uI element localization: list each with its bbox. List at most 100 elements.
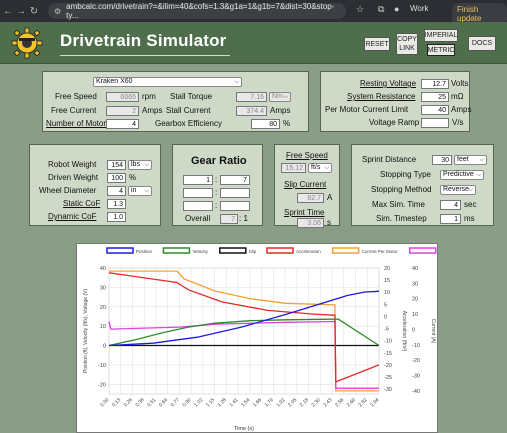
free-speed-unit: rpm xyxy=(142,92,156,101)
bookmark-star-icon[interactable]: ☆ xyxy=(356,4,364,15)
back-icon[interactable]: ← xyxy=(3,6,13,17)
x-tick-7: 0.90 xyxy=(181,397,192,408)
robot-weight-field[interactable]: 154 xyxy=(107,160,126,170)
address-bar[interactable]: ⚙ ambcalc.com/drivetrain?=&ilim=40&cofs=… xyxy=(48,2,346,20)
imperial-button[interactable]: IMPERIAL xyxy=(424,29,458,42)
gearbox-efficiency-field[interactable]: 80 xyxy=(251,119,280,129)
resting-voltage-label[interactable]: Resting Voltage xyxy=(360,79,416,88)
ratio-colon: : xyxy=(215,188,218,197)
free-current-unit: Amps xyxy=(142,106,163,115)
motor-select[interactable]: Kraken X60 ⌵ xyxy=(93,77,242,87)
gearbox-efficiency-unit: % xyxy=(283,119,291,128)
legend-label-0: Position xyxy=(136,249,153,254)
stall-torque-unit-select[interactable]: Nm ⌵ xyxy=(269,92,291,102)
result-speed-unit-select[interactable]: ft/s ⌵ xyxy=(308,163,332,173)
voltage-ramp-field[interactable] xyxy=(421,118,449,128)
left-tick-6: -20 xyxy=(98,382,106,388)
overall-label: Overall xyxy=(185,214,211,223)
system-resistance-field[interactable]: 25 xyxy=(421,92,449,102)
chevron-down-icon: ⌵ xyxy=(283,94,288,100)
simulation-chart-panel: Position Velocity Slip Acceleration Current … xyxy=(76,243,438,433)
motor-select-value: Kraken X60 xyxy=(96,78,133,85)
profile-icon[interactable]: ● xyxy=(394,4,399,14)
left-tick-0: 40 xyxy=(100,266,106,272)
stall-torque-field[interactable]: 7.16 xyxy=(236,92,267,102)
forward-icon[interactable]: → xyxy=(16,6,26,17)
profile-name[interactable]: Work xyxy=(410,4,429,13)
gear-stage1-driver[interactable]: 1 xyxy=(183,175,213,185)
legend-label-3: Acceleration xyxy=(296,249,321,254)
dynamic-cof-field[interactable]: 1.0 xyxy=(107,212,126,222)
title-divider xyxy=(60,55,230,56)
num-motors-field[interactable]: 4 xyxy=(106,119,139,129)
sprint-distance-field[interactable]: 30 xyxy=(432,155,452,165)
extensions-icon[interactable]: ⧉ xyxy=(378,4,384,15)
app-header: Drivetrain Simulator RESET COPY LINK IMP… xyxy=(0,22,507,64)
gear-stage2-driver[interactable] xyxy=(183,188,213,198)
robot-weight-label: Robot Weight xyxy=(48,160,97,169)
max-sim-time-field[interactable]: 4 xyxy=(440,200,461,210)
reload-icon[interactable]: ↻ xyxy=(29,6,39,17)
system-resistance-label[interactable]: System Resistance xyxy=(347,92,415,101)
sprint-time-field: 3.06 xyxy=(297,218,324,228)
chevron-down-icon: ⌵ xyxy=(144,188,149,194)
static-cof-label[interactable]: Static CoF xyxy=(63,199,100,208)
accel-tick-4: 0 xyxy=(384,314,387,320)
ratio-colon: : xyxy=(215,175,218,184)
stopping-type-select[interactable]: Predictive ⌵ xyxy=(440,170,484,180)
x-tick-23: 2.94 xyxy=(369,397,380,408)
stopping-method-select[interactable]: Reverse ⌵ xyxy=(440,185,476,195)
x-tick-22: 2.82 xyxy=(358,397,369,408)
x-tick-0: 0.00 xyxy=(99,397,110,408)
voltage-ramp-label: Voltage Ramp xyxy=(369,118,420,127)
accel-tick-8: -20 xyxy=(384,363,392,369)
gear-stage3-driver[interactable] xyxy=(183,201,213,211)
result-free-speed-label[interactable]: Free Speed xyxy=(286,151,328,160)
resting-voltage-field[interactable]: 12.7 xyxy=(421,79,449,89)
metric-button[interactable]: METRIC xyxy=(427,44,455,56)
wheel-diameter-unit-select[interactable]: in ⌵ xyxy=(128,186,152,196)
gear-ratio-title: Gear Ratio xyxy=(191,155,247,167)
gear-stage3-driven[interactable] xyxy=(220,201,250,211)
simulation-chart[interactable]: Position Velocity Slip Acceleration Current … xyxy=(77,244,438,433)
sim-timestep-field[interactable]: 1 xyxy=(440,214,461,224)
gear-stage1-driven[interactable]: 7 xyxy=(220,175,250,185)
current-tick-8: -40 xyxy=(412,389,420,395)
dynamic-cof-label[interactable]: Dynamic CoF xyxy=(48,212,96,221)
copy-link-button[interactable]: COPY LINK xyxy=(396,33,418,55)
wheel-diameter-field[interactable]: 4 xyxy=(107,186,126,196)
gear-stage2-driven[interactable] xyxy=(220,188,250,198)
gear-logo-icon xyxy=(11,27,43,59)
num-motors-label[interactable]: Number of Motors xyxy=(46,119,110,128)
robot-weight-unit-select[interactable]: lbs ⌵ xyxy=(128,160,152,170)
sprint-time-unit: s xyxy=(327,218,331,227)
left-axis-label: Position (ft), Velocity (ft/s), Voltage … xyxy=(83,289,89,374)
current-tick-5: -10 xyxy=(412,343,420,349)
per-motor-limit-field[interactable]: 40 xyxy=(421,105,449,115)
x-axis-label: Time (s) xyxy=(234,426,254,432)
free-speed-field[interactable]: 6065 xyxy=(106,92,139,102)
x-tick-18: 2.30 xyxy=(311,397,322,408)
stall-current-field[interactable]: 374.4 xyxy=(236,106,267,116)
result-speed-unit: ft/s xyxy=(311,164,321,171)
sprint-distance-unit-select[interactable]: feet ⌵ xyxy=(454,155,487,165)
free-current-field[interactable]: 2 xyxy=(106,106,139,116)
driven-weight-field[interactable]: 100 xyxy=(107,173,126,183)
site-settings-icon[interactable]: ⚙ xyxy=(54,7,61,16)
x-tick-13: 1.66 xyxy=(252,397,263,408)
gearbox-efficiency-label: Gearbox Efficiency xyxy=(155,119,222,128)
slip-current-label[interactable]: Slip Current xyxy=(284,180,326,189)
reset-button[interactable]: RESET xyxy=(364,37,390,51)
per-motor-limit-unit: Amps xyxy=(451,105,472,114)
free-speed-label: Free Speed xyxy=(55,92,97,101)
x-tick-9: 1.15 xyxy=(205,397,216,408)
ratio-colon: : xyxy=(215,201,218,210)
stopping-method-value: Reverse xyxy=(443,186,470,193)
sprint-time-label[interactable]: Sprint Time xyxy=(284,208,324,217)
x-tick-16: 2.05 xyxy=(287,397,298,408)
docs-button[interactable]: DOCS xyxy=(468,36,496,51)
sprint-panel: Sprint Distance 30 feet ⌵ Stopping Type … xyxy=(351,144,494,226)
static-cof-field[interactable]: 1.3 xyxy=(107,199,126,209)
voltage-ramp-unit: V/s xyxy=(452,118,464,127)
chevron-down-icon: ⌵ xyxy=(468,187,473,193)
